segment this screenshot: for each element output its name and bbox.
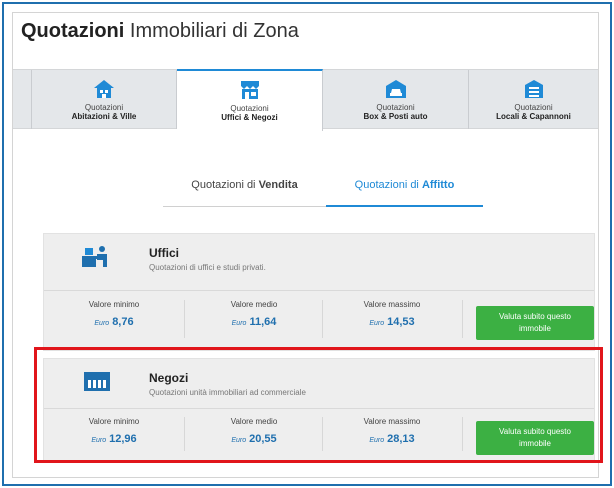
- subtab-prefix: Quotazioni di: [354, 179, 422, 191]
- metric-label: Valore medio: [230, 300, 278, 309]
- metric-value-wrap: Euro 20,55: [184, 433, 324, 445]
- subtab-vendita[interactable]: Quotazioni di Vendita: [163, 179, 326, 207]
- tab-uffici-negozi[interactable]: Quotazioni Uffici & Negozi: [177, 69, 323, 131]
- warehouse-icon: [524, 80, 543, 98]
- metric-label: Valore minimo: [88, 417, 140, 426]
- metric-separator: [462, 300, 463, 338]
- tab-label-line1: Quotazioni: [376, 103, 415, 112]
- metric-value-wrap: Euro 28,13: [322, 433, 462, 445]
- cta-line1: Valuta subito questo: [499, 427, 571, 436]
- cta-line2: immobile: [518, 439, 551, 448]
- tab-label-line1: Quotazioni: [514, 103, 553, 112]
- currency-label: Euro: [91, 437, 107, 444]
- metric-value: 8,76: [112, 316, 134, 328]
- metric-value-wrap: Euro 12,96: [44, 433, 184, 445]
- transaction-subtabs: Quotazioni di Vendita Quotazioni di Affi…: [163, 179, 483, 207]
- currency-label: Euro: [231, 437, 247, 444]
- metric-value: 12,96: [109, 433, 137, 445]
- currency-label: Euro: [94, 320, 110, 327]
- metric-separator: [462, 417, 463, 451]
- tab-locali-capannoni[interactable]: Quotazioni Locali & Capannoni: [469, 70, 598, 129]
- currency-label: Euro: [369, 437, 385, 444]
- metric-min: Valore minimo Euro 8,76: [44, 300, 184, 328]
- metric-min: Valore minimo Euro 12,96: [44, 417, 184, 445]
- page-title-rest: Immobiliari di Zona: [124, 20, 299, 42]
- tab-label-line2: Abitazioni & Ville: [71, 112, 137, 121]
- cta-line2: immobile: [518, 324, 551, 333]
- metric-label: Valore massimo: [363, 417, 421, 426]
- valuta-immobile-button[interactable]: Valuta subito questo immobile: [476, 421, 594, 455]
- category-tabs: Quotazioni Abitazioni & Ville Quotazioni…: [13, 69, 598, 131]
- subtab-affitto[interactable]: Quotazioni di Affitto: [326, 179, 483, 207]
- storefront-icon: [84, 372, 110, 391]
- tab-abitazioni-ville[interactable]: Quotazioni Abitazioni & Ville: [31, 70, 177, 129]
- currency-label: Euro: [231, 320, 247, 327]
- page-title: Quotazioni Immobiliari di Zona: [21, 20, 299, 43]
- outer-frame: Quotazioni Immobiliari di Zona Quotazion…: [2, 2, 612, 486]
- card-divider: [44, 408, 594, 409]
- metric-value: 14,53: [387, 316, 415, 328]
- valuta-immobile-button[interactable]: Valuta subito questo immobile: [476, 306, 594, 340]
- metric-value: 20,55: [249, 433, 277, 445]
- card-description: Quotazioni di uffici e studi privati.: [149, 263, 266, 272]
- card-title: Uffici: [149, 246, 179, 260]
- office-desk-icon: [82, 246, 107, 267]
- metric-value: 28,13: [387, 433, 415, 445]
- subtab-bold: Affitto: [421, 179, 455, 191]
- tab-label-line1: Quotazioni: [84, 103, 124, 112]
- card-negozi: Negozi Quotazioni unità immobiliari ad c…: [43, 358, 595, 462]
- cta-line1: Valuta subito questo: [499, 312, 571, 321]
- metric-value: 11,64: [249, 316, 277, 328]
- subtab-prefix: Quotazioni di: [191, 179, 259, 191]
- metric-label: Valore medio: [230, 417, 278, 426]
- tab-label-line2: Locali & Capannoni: [496, 112, 571, 121]
- metric-label: Valore minimo: [88, 300, 140, 309]
- tab-label-line2: Box & Posti auto: [363, 112, 428, 121]
- metric-max: Valore massimo Euro 28,13: [322, 417, 462, 445]
- tab-label-line2: Uffici & Negozi: [221, 113, 278, 122]
- shop-icon: [240, 81, 259, 99]
- currency-label: Euro: [369, 320, 385, 327]
- metric-avg: Valore medio Euro 20,55: [184, 417, 324, 445]
- metric-value-wrap: Euro 11,64: [184, 316, 324, 328]
- garage-icon: [385, 80, 406, 98]
- card-uffici: Uffici Quotazioni di uffici e studi priv…: [43, 233, 595, 351]
- page-title-bold: Quotazioni: [21, 20, 125, 42]
- card-divider: [44, 290, 594, 291]
- subtab-bold: Vendita: [258, 179, 298, 191]
- metric-value-wrap: Euro 14,53: [322, 316, 462, 328]
- card-description: Quotazioni unità immobiliari ad commerci…: [149, 388, 306, 397]
- metric-value-wrap: Euro 8,76: [44, 316, 184, 328]
- metric-avg: Valore medio Euro 11,64: [184, 300, 324, 328]
- house-icon: [94, 80, 114, 98]
- metric-max: Valore massimo Euro 14,53: [322, 300, 462, 328]
- tab-box-posti-auto[interactable]: Quotazioni Box & Posti auto: [323, 70, 469, 129]
- metric-label: Valore massimo: [363, 300, 421, 309]
- tab-label-line1: Quotazioni: [230, 104, 269, 113]
- quotations-panel: Quotazioni Immobiliari di Zona Quotazion…: [12, 12, 599, 478]
- card-title: Negozi: [149, 371, 189, 385]
